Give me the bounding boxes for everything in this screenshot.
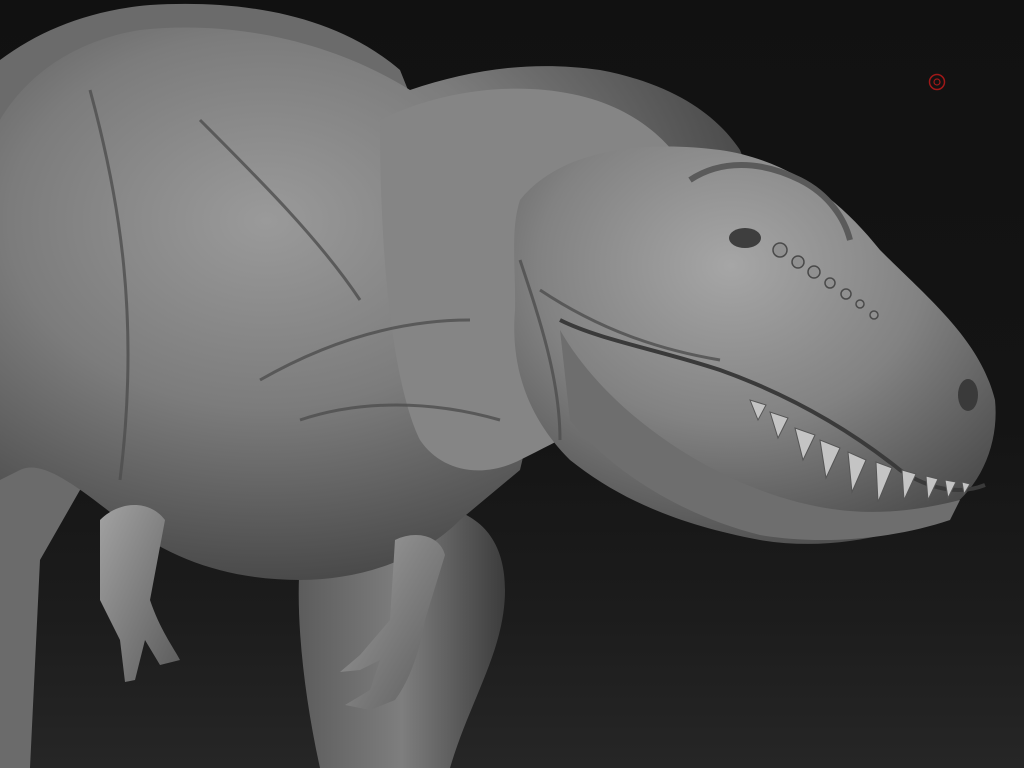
brush-cursor-icon bbox=[928, 73, 946, 91]
nostril bbox=[958, 379, 978, 411]
sculpt-viewport[interactable] bbox=[0, 0, 1024, 768]
trex-sculpt-model[interactable] bbox=[0, 0, 1024, 768]
eye bbox=[729, 228, 761, 248]
